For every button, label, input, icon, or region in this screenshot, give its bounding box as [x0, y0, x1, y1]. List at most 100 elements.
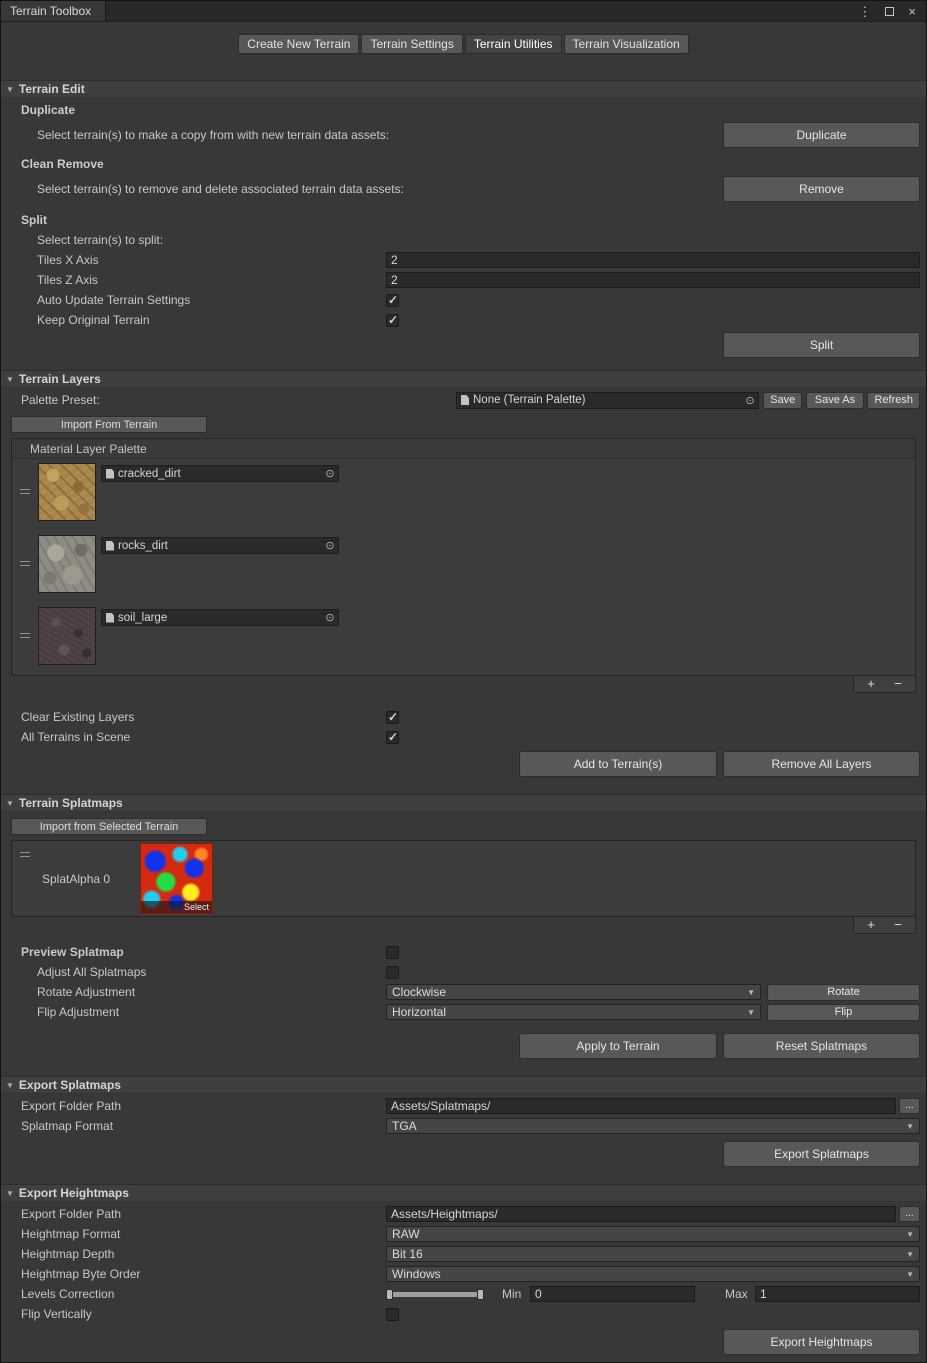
- foldout-arrow-icon[interactable]: ▼: [6, 85, 14, 94]
- section-export-splatmaps[interactable]: ▼ Export Splatmaps: [1, 1076, 926, 1094]
- layer-object-field[interactable]: rocks_dirt ⊙: [101, 537, 339, 554]
- tab-create-new-terrain[interactable]: Create New Terrain: [238, 34, 359, 54]
- layer-thumbnail-soil-large[interactable]: [38, 607, 96, 665]
- tab-terrain-utilities[interactable]: Terrain Utilities: [465, 34, 562, 54]
- splatmap-thumbnail[interactable]: Select: [140, 843, 213, 914]
- palette-preset-object-field[interactable]: None (Terrain Palette) ⊙: [456, 392, 759, 409]
- foldout-arrow-icon[interactable]: ▼: [6, 799, 14, 808]
- layer-object-field[interactable]: soil_large ⊙: [101, 609, 339, 626]
- split-description: Select terrain(s) to split:: [1, 233, 386, 247]
- save-button[interactable]: Save: [763, 392, 803, 409]
- clear-existing-checkbox[interactable]: [386, 711, 399, 724]
- object-picker-icon[interactable]: ⊙: [322, 539, 338, 552]
- section-title: Terrain Splatmaps: [19, 796, 123, 810]
- rotate-adjustment-value: Clockwise: [392, 985, 446, 999]
- window-tab-terrain-toolbox[interactable]: Terrain Toolbox: [1, 1, 106, 21]
- chevron-down-icon: ▼: [906, 1270, 914, 1279]
- apply-to-terrain-button[interactable]: Apply to Terrain: [519, 1033, 717, 1059]
- remove-button[interactable]: Remove: [723, 176, 920, 202]
- splat-export-folder-row: Export Folder Path ...: [1, 1096, 926, 1116]
- reset-splatmaps-button[interactable]: Reset Splatmaps: [723, 1033, 920, 1059]
- drag-handle-icon[interactable]: [20, 561, 30, 566]
- slider-min-handle[interactable]: [386, 1289, 393, 1300]
- rotate-adjustment-dropdown[interactable]: Clockwise ▼: [386, 984, 761, 1000]
- all-terrains-checkbox[interactable]: [386, 731, 399, 744]
- layer-thumbnail-rocks-dirt[interactable]: [38, 535, 96, 593]
- tab-terrain-visualization[interactable]: Terrain Visualization: [564, 34, 689, 54]
- palette-preset-row: Palette Preset: None (Terrain Palette) ⊙…: [1, 390, 926, 410]
- flip-button[interactable]: Flip: [767, 1004, 920, 1021]
- flip-adjustment-dropdown[interactable]: Horizontal ▼: [386, 1004, 761, 1020]
- layer-list-item[interactable]: cracked_dirt ⊙: [12, 459, 915, 531]
- splatmap-list-item[interactable]: SplatAlpha 0 Select: [12, 841, 915, 916]
- tiles-x-label: Tiles X Axis: [1, 253, 386, 267]
- refresh-button[interactable]: Refresh: [867, 392, 920, 409]
- layer-list-item[interactable]: rocks_dirt ⊙: [12, 531, 915, 603]
- tiles-z-input[interactable]: [386, 272, 920, 288]
- height-export-folder-input[interactable]: [386, 1206, 896, 1222]
- layers-buttons-row: Add to Terrain(s) Remove All Layers: [1, 751, 926, 777]
- add-to-terrain-button[interactable]: Add to Terrain(s): [519, 751, 717, 777]
- save-as-button[interactable]: Save As: [806, 392, 863, 409]
- maximize-icon[interactable]: [885, 7, 894, 16]
- levels-correction-row: Levels Correction Min Max: [1, 1284, 926, 1304]
- levels-correction-slider[interactable]: [386, 1287, 484, 1301]
- export-splatmaps-button-row: Export Splatmaps: [1, 1141, 926, 1167]
- layer-thumbnail-cracked-dirt[interactable]: [38, 463, 96, 521]
- section-terrain-edit[interactable]: ▼ Terrain Edit: [1, 80, 926, 98]
- add-layer-button[interactable]: +: [859, 677, 883, 691]
- chevron-down-icon: ▼: [747, 1008, 755, 1017]
- splat-export-folder-input[interactable]: [386, 1098, 896, 1114]
- heightmap-format-dropdown[interactable]: RAW ▼: [386, 1226, 920, 1242]
- section-export-heightmaps[interactable]: ▼ Export Heightmaps: [1, 1184, 926, 1202]
- layer-name: soil_large: [118, 612, 322, 624]
- splatmap-format-dropdown[interactable]: TGA ▼: [386, 1118, 920, 1134]
- adjust-all-splatmaps-checkbox[interactable]: [386, 966, 399, 979]
- heightmap-depth-dropdown[interactable]: Bit 16 ▼: [386, 1246, 920, 1262]
- layer-object-field[interactable]: cracked_dirt ⊙: [101, 465, 339, 482]
- rotate-button[interactable]: Rotate: [767, 984, 920, 1001]
- tiles-x-input[interactable]: [386, 252, 920, 268]
- foldout-arrow-icon[interactable]: ▼: [6, 1081, 14, 1090]
- remove-layer-button[interactable]: −: [886, 677, 910, 691]
- splatmap-buttons-row: Apply to Terrain Reset Splatmaps: [1, 1033, 926, 1059]
- import-from-selected-terrain-button[interactable]: Import from Selected Terrain: [11, 818, 207, 835]
- levels-min-input[interactable]: [530, 1286, 695, 1302]
- tab-terrain-settings[interactable]: Terrain Settings: [361, 34, 462, 54]
- select-badge[interactable]: Select: [141, 901, 212, 913]
- layer-name: rocks_dirt: [118, 540, 322, 552]
- heightmap-byte-order-dropdown[interactable]: Windows ▼: [386, 1266, 920, 1282]
- splat-browse-button[interactable]: ...: [899, 1098, 920, 1114]
- section-terrain-splatmaps[interactable]: ▼ Terrain Splatmaps: [1, 794, 926, 812]
- layer-list-item[interactable]: soil_large ⊙: [12, 603, 915, 675]
- object-picker-icon[interactable]: ⊙: [742, 394, 758, 407]
- foldout-arrow-icon[interactable]: ▼: [6, 375, 14, 384]
- section-terrain-layers[interactable]: ▼ Terrain Layers: [1, 370, 926, 388]
- flip-vertically-row: Flip Vertically: [1, 1304, 926, 1324]
- preview-splatmap-checkbox[interactable]: [386, 946, 399, 959]
- tiles-z-label: Tiles Z Axis: [1, 273, 386, 287]
- export-heightmaps-button[interactable]: Export Heightmaps: [723, 1329, 920, 1355]
- import-from-terrain-button[interactable]: Import From Terrain: [11, 416, 207, 433]
- height-browse-button[interactable]: ...: [899, 1206, 920, 1222]
- flip-vertically-checkbox[interactable]: [386, 1308, 399, 1321]
- levels-max-input[interactable]: [755, 1286, 920, 1302]
- menu-icon[interactable]: ⋮: [858, 5, 871, 18]
- remove-all-layers-button[interactable]: Remove All Layers: [723, 751, 920, 777]
- heightmap-byte-order-label: Heightmap Byte Order: [1, 1267, 386, 1281]
- object-picker-icon[interactable]: ⊙: [322, 611, 338, 624]
- add-splatmap-button[interactable]: +: [859, 918, 883, 932]
- close-icon[interactable]: ×: [908, 5, 916, 18]
- slider-max-handle[interactable]: [477, 1289, 484, 1300]
- remove-splatmap-button[interactable]: −: [886, 918, 910, 932]
- drag-handle-icon[interactable]: [20, 489, 30, 494]
- drag-handle-icon[interactable]: [20, 852, 30, 857]
- keep-original-checkbox[interactable]: [386, 314, 399, 327]
- auto-update-checkbox[interactable]: [386, 294, 399, 307]
- object-picker-icon[interactable]: ⊙: [322, 467, 338, 480]
- export-splatmaps-button[interactable]: Export Splatmaps: [723, 1141, 920, 1167]
- split-button[interactable]: Split: [723, 332, 920, 358]
- foldout-arrow-icon[interactable]: ▼: [6, 1189, 14, 1198]
- drag-handle-icon[interactable]: [20, 633, 30, 638]
- duplicate-button[interactable]: Duplicate: [723, 122, 920, 148]
